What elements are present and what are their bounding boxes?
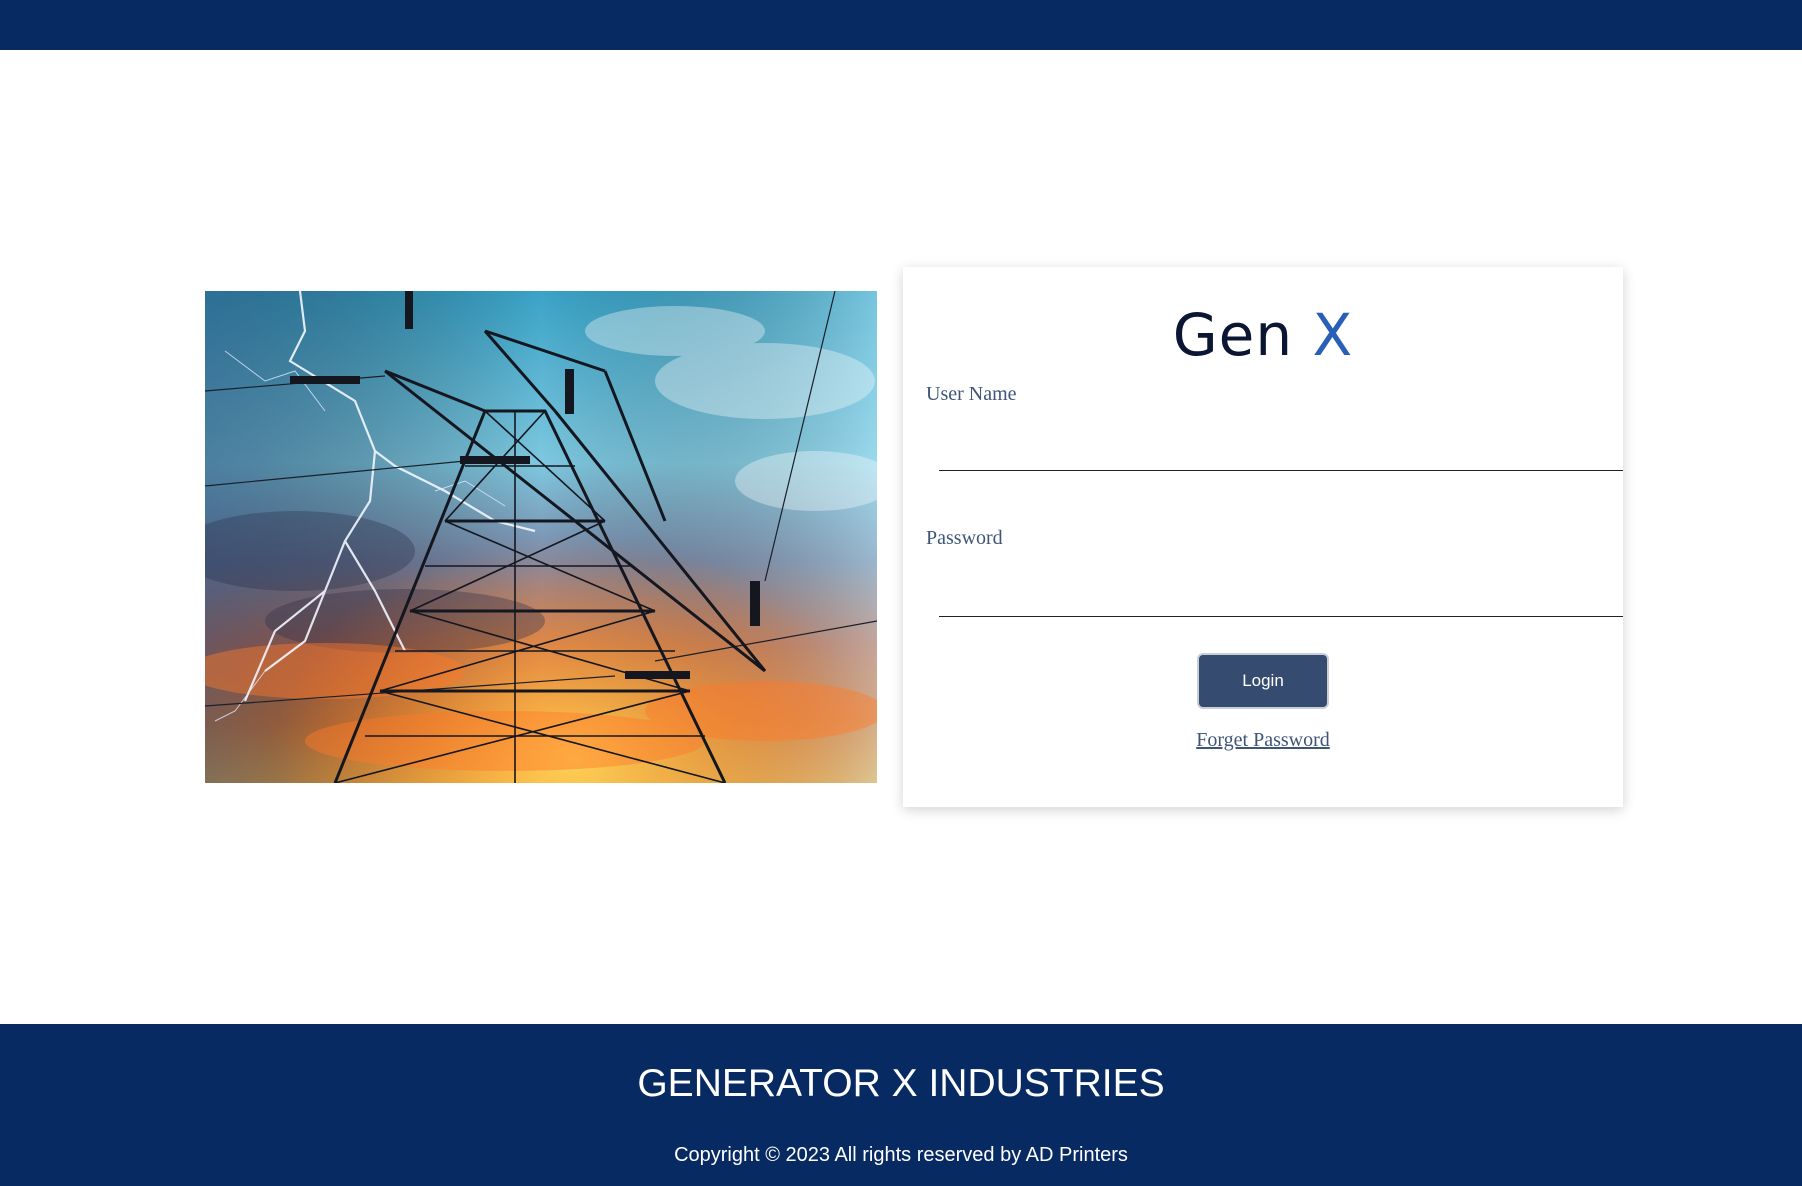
login-button[interactable]: Login: [1197, 653, 1329, 709]
password-input[interactable]: [939, 583, 1623, 617]
hero-illustration: [205, 291, 877, 783]
logo-text-gen: Gen: [1172, 301, 1294, 369]
logo-text-x: X: [1312, 301, 1354, 369]
forget-password-link[interactable]: Forget Password: [1196, 729, 1330, 751]
username-input[interactable]: [939, 437, 1623, 471]
password-label: Password: [926, 527, 1003, 549]
footer: GENERATOR X INDUSTRIES Copyright © 2023 …: [0, 1024, 1802, 1186]
footer-company-name: GENERATOR X INDUSTRIES: [637, 1062, 1165, 1105]
gen-x-logo: Gen X: [903, 303, 1623, 367]
top-header-bar: [0, 0, 1802, 50]
login-card: Gen X User Name Password Login Forget Pa…: [903, 267, 1623, 807]
username-label: User Name: [926, 383, 1017, 405]
forget-password-container: Forget Password: [903, 729, 1623, 752]
power-tower-lightning-image: [205, 291, 877, 783]
footer-copyright: Copyright © 2023 All rights reserved by …: [674, 1144, 1128, 1166]
